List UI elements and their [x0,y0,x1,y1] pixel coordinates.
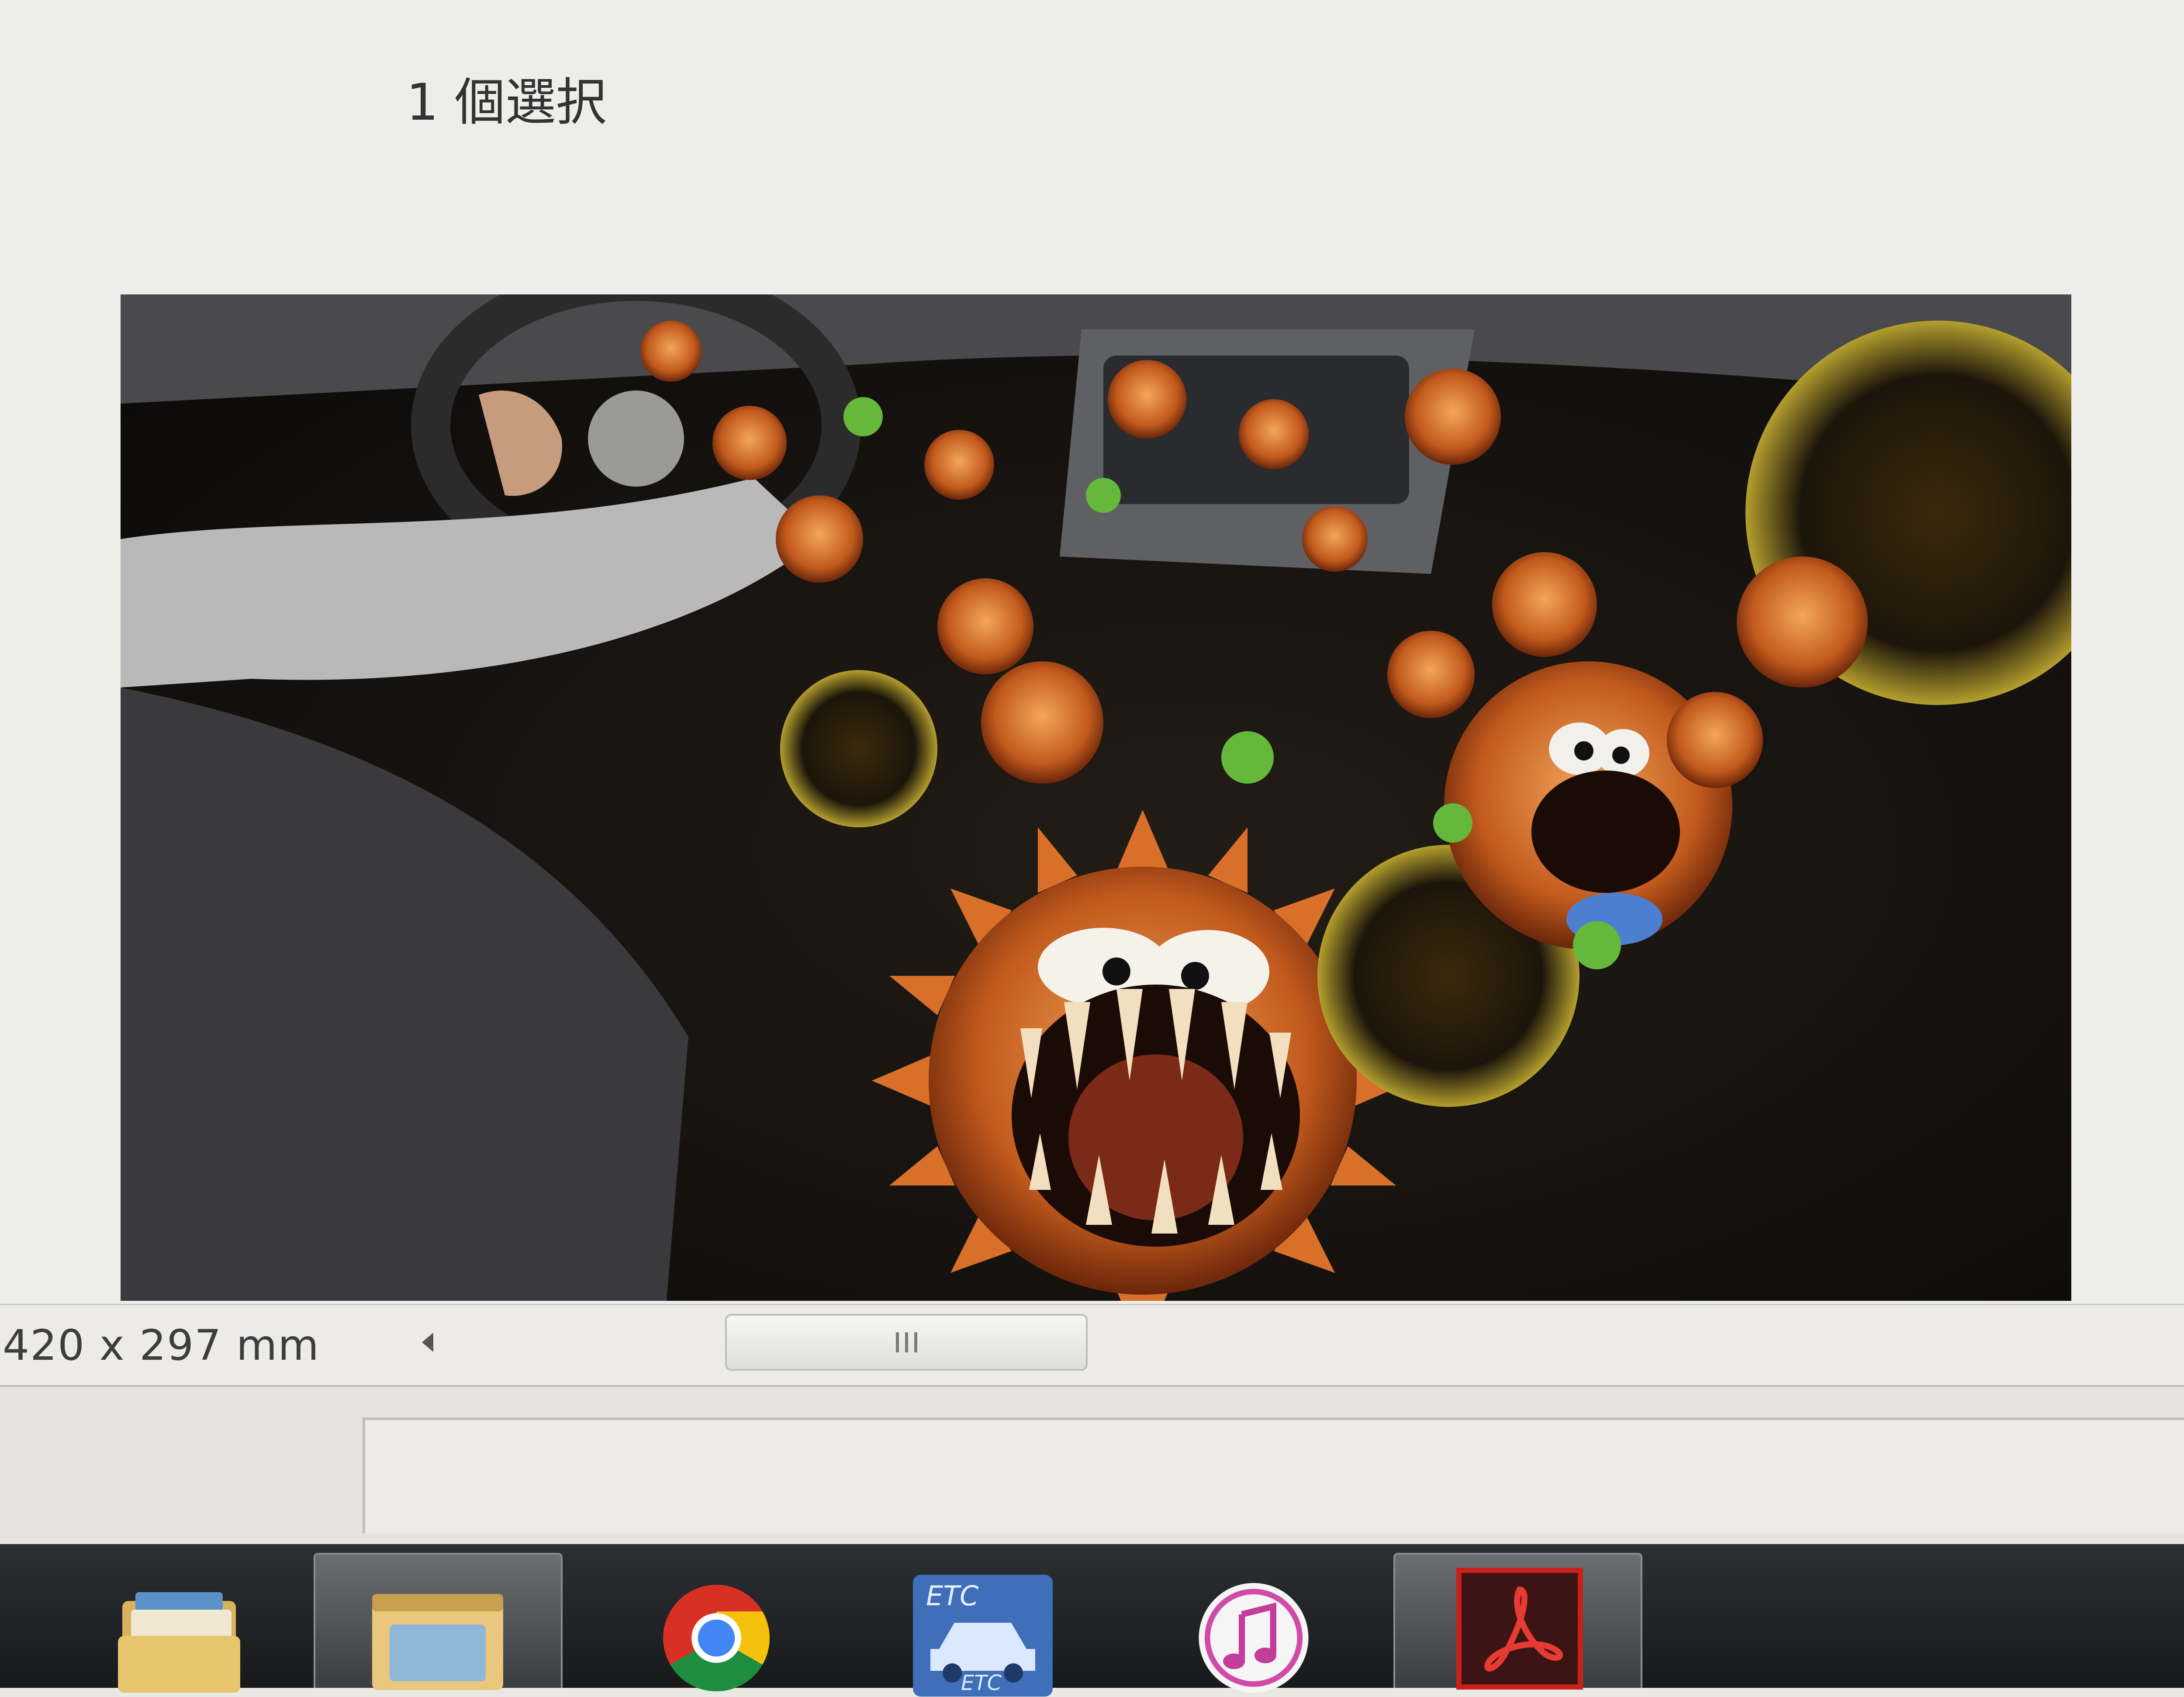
svg-text:ETC: ETC [926,1580,979,1612]
germs-in-car-illustration [121,294,2071,1301]
document-info-bar: 420 x 297 mm [0,1304,2184,1387]
grip-icon [895,1332,917,1352]
taskbar-app-chrome[interactable] [603,1553,830,1692]
taskbar-app-file-explorer[interactable] [26,1553,271,1693]
etc-app-label: ETC [961,1671,1002,1695]
status-panel [363,1417,2184,1533]
document-canvas [0,0,2184,1304]
window-icon [372,1594,503,1690]
horizontal-scrollbar-thumb[interactable] [725,1314,1088,1371]
taskbar-app-adobe-reader[interactable] [1393,1553,1642,1690]
selection-count-text: 1 個選択 [406,73,607,132]
taskbar-app-itunes[interactable] [1149,1553,1380,1693]
folder-icon [118,1592,240,1693]
acrobat-icon [1456,1568,1583,1690]
chrome-icon [663,1585,770,1692]
taskbar-app-etc-tool[interactable]: ETC ETC [874,1553,1105,1697]
page-size-label: 420 x 297 mm [3,1321,320,1370]
status-bar [0,1387,2184,1544]
taskbar: ETC ETC [0,1544,2184,1697]
chevron-left-icon [422,1333,433,1352]
taskbar-app-open-window[interactable] [314,1553,563,1690]
document-illustration [121,294,2071,1301]
music-note-icon [1199,1583,1309,1693]
scroll-left-arrow[interactable] [412,1323,443,1362]
